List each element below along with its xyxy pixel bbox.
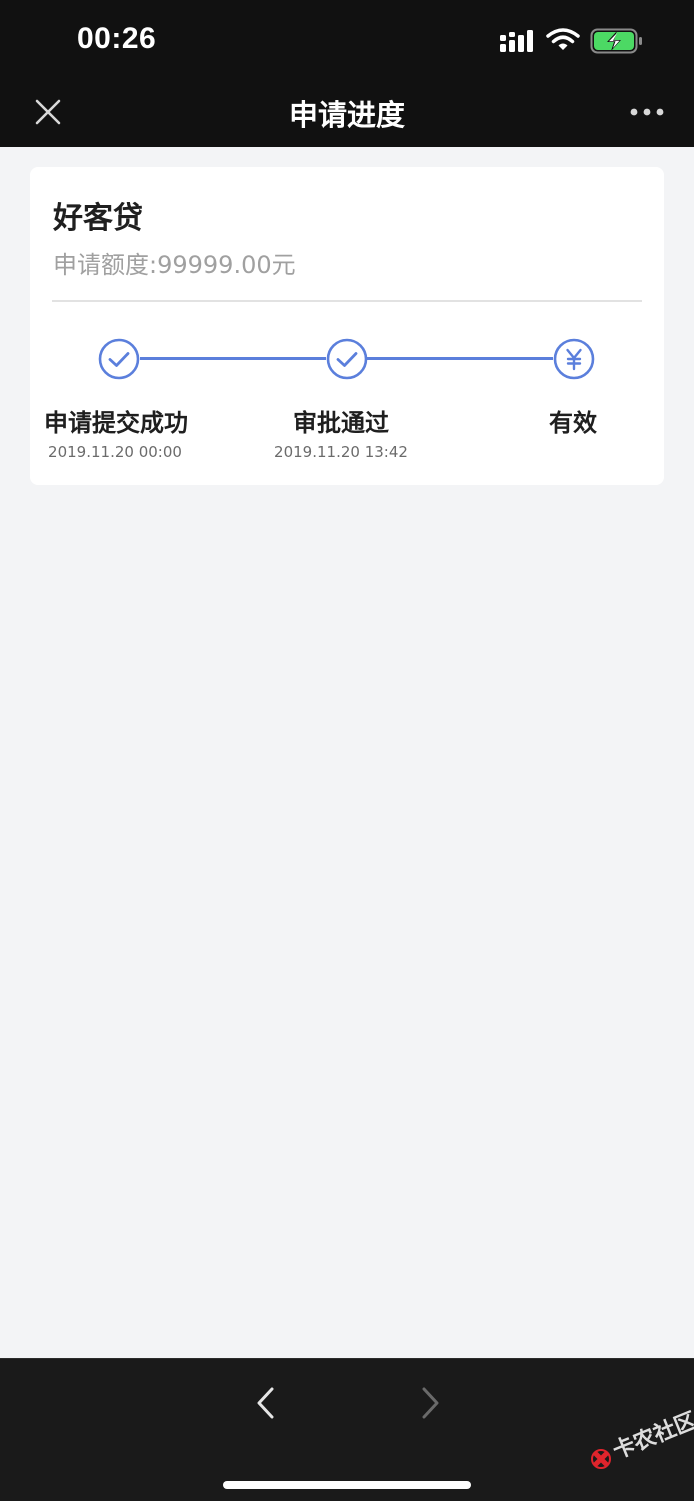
status-bar: 00:26 [0, 0, 694, 80]
home-indicator[interactable] [223, 1481, 471, 1489]
divider [52, 300, 642, 302]
step-label-valid: 有效 [549, 409, 597, 437]
chevron-left-icon[interactable] [248, 1383, 284, 1423]
wifi-icon [546, 28, 580, 50]
signal-icon [500, 30, 533, 52]
amount-label: 申请额度: [53, 251, 158, 279]
amount-value: 99999.00元 [157, 251, 296, 279]
product-name: 好客贷 [53, 201, 143, 236]
nav-bar: 申请进度 [0, 80, 694, 147]
check-circle-icon [326, 338, 368, 380]
yen-circle-icon [553, 338, 595, 380]
amount-row: 申请额度:99999.00元 [53, 245, 296, 280]
step-time-submitted: 2019.11.20 00:00 [48, 443, 182, 461]
application-card: 好客贷 申请额度:99999.00元 申请提交成功 2019.11.20 00:… [30, 167, 664, 485]
more-horizontal-icon[interactable] [626, 100, 670, 124]
step-label-approved: 审批通过 [293, 409, 389, 437]
step-label-submitted: 申请提交成功 [44, 409, 188, 437]
step-time-approved: 2019.11.20 13:42 [274, 443, 408, 461]
check-circle-icon [98, 338, 140, 380]
progress-line-2 [367, 357, 553, 360]
battery-charging-icon [590, 28, 642, 54]
progress-line-1 [140, 357, 326, 360]
chevron-right-icon[interactable] [412, 1383, 448, 1423]
status-time: 00:26 [77, 22, 157, 55]
page-title: 申请进度 [288, 98, 405, 132]
